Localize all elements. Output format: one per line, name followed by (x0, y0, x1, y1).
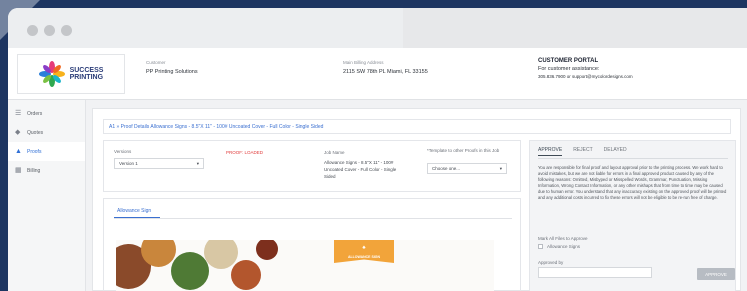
food-plate-3 (171, 252, 209, 290)
versions-select[interactable]: Version 1 ▾ (114, 158, 204, 169)
sidebar-item-orders[interactable]: ☰ Orders (8, 104, 85, 123)
layers-icon: ☰ (15, 110, 22, 117)
stamp-icon: ▲ (15, 148, 22, 155)
address-value: 2115 SW 78th PL Miami, FL 33155 (343, 69, 428, 75)
window-maximize-dot[interactable] (61, 25, 72, 36)
food-plate-4 (204, 240, 238, 269)
tabs-divider (538, 158, 728, 159)
logo-line1: SUCCESS (69, 67, 104, 74)
address-info: Main Billing Address 2115 SW 78th PL Mia… (343, 60, 428, 75)
customer-value: PP Printing Solutions (146, 69, 198, 75)
proof-status: PROOF: LOADED (226, 150, 264, 155)
browser-window: SUCCESS PRINTING Customer PP Printing So… (8, 8, 747, 291)
sidebar-item-proofs[interactable]: ▲ Proofs (8, 142, 85, 161)
job-name-value: Allowance Signs - 8.5"X 11" - 100# Uncoa… (324, 160, 397, 179)
template-placeholder: Choose one... (432, 166, 461, 171)
customer-label: Customer (146, 60, 166, 65)
mark-all-label: Mark All Files to Approve (538, 236, 588, 241)
window-titlebar (8, 8, 747, 48)
versions-value: Version 1 (119, 161, 138, 166)
chevron-down-icon: ▾ (196, 160, 199, 166)
logo-pinwheel-icon (38, 61, 65, 87)
checkbox-box[interactable] (538, 244, 543, 249)
approval-tabs: APPROVE REJECT DELAYED (538, 147, 627, 156)
logo-line2: PRINTING (69, 74, 104, 81)
sidebar-item-quotes[interactable]: ◆ Quotes (8, 123, 85, 142)
portal-header: SUCCESS PRINTING Customer PP Printing So… (8, 48, 747, 100)
sidebar-item-label: Quotes (27, 129, 44, 136)
window-minimize-dot[interactable] (44, 25, 55, 36)
sidebar: ☰ Orders ◆ Quotes ▲ Proofs ▦ Billing (8, 100, 86, 291)
portal-title: CUSTOMER PORTAL (538, 58, 599, 64)
tab-approve[interactable]: APPROVE (538, 147, 563, 156)
proof-image: ♠ ALLOWANCE SIGN (116, 240, 494, 291)
approved-by-input[interactable] (538, 267, 652, 278)
tag-icon: ◆ (15, 129, 21, 136)
breadcrumb[interactable]: A1 » Proof Details Allowance Signs - 8.5… (103, 119, 731, 134)
proof-form-panel: Versions Version 1 ▾ PROOF: LOADED Job N… (103, 140, 521, 192)
approve-button[interactable]: APPROVE (697, 268, 735, 280)
chevron-down-icon: ▾ (499, 165, 502, 171)
approval-panel: APPROVE REJECT DELAYED You are responsib… (529, 140, 736, 291)
portal-contact[interactable]: 305.836.7900 or support@mycolordesigns.c… (538, 74, 633, 79)
template-label: *Template to other Proofs in this Job (427, 148, 500, 153)
ribbon-text: ALLOWANCE SIGN (347, 254, 381, 259)
food-plate-6 (256, 240, 278, 260)
job-name-label: Job Name (324, 150, 345, 155)
sidebar-item-label: Billing (27, 167, 41, 174)
customer-portal-info: CUSTOMER PORTAL For customer assistance:… (538, 58, 633, 79)
food-plate-5 (231, 260, 261, 290)
allowance-signs-checkbox[interactable]: Allowance Signs (538, 244, 580, 249)
window-close-dot[interactable] (27, 25, 38, 36)
sidebar-item-label: Proofs (27, 148, 42, 155)
proof-details-content: A1 » Proof Details Allowance Signs - 8.5… (92, 108, 741, 291)
address-label: Main Billing Address (343, 60, 384, 65)
customer-info: Customer PP Printing Solutions (146, 60, 198, 75)
approval-disclaimer: You are responsible for final proof and … (538, 165, 727, 200)
billing-icon: ▦ (15, 167, 22, 174)
template-select[interactable]: Choose one... ▾ (427, 163, 507, 174)
preview-tabs-divider (114, 218, 512, 219)
checkbox-label: Allowance Signs (547, 244, 581, 249)
tab-reject[interactable]: REJECT (573, 147, 592, 156)
portal-subtitle: For customer assistance: (538, 66, 600, 72)
allowance-ribbon: ♠ ALLOWANCE SIGN (334, 240, 394, 263)
sidebar-item-label: Orders (27, 110, 43, 117)
sidebar-item-billing[interactable]: ▦ Billing (8, 161, 85, 180)
company-logo[interactable]: SUCCESS PRINTING (17, 54, 125, 94)
proof-preview-panel: Allowance Sign ♠ ALLOWANCE SIGN (103, 198, 521, 291)
approved-by-label: Approved by (538, 260, 564, 265)
tab-allowance-sign[interactable]: Allowance Sign (117, 208, 151, 214)
tab-delayed[interactable]: DELAYED (604, 147, 627, 156)
chef-hat-icon: ♠ (362, 244, 366, 251)
versions-label: Versions (114, 149, 132, 154)
